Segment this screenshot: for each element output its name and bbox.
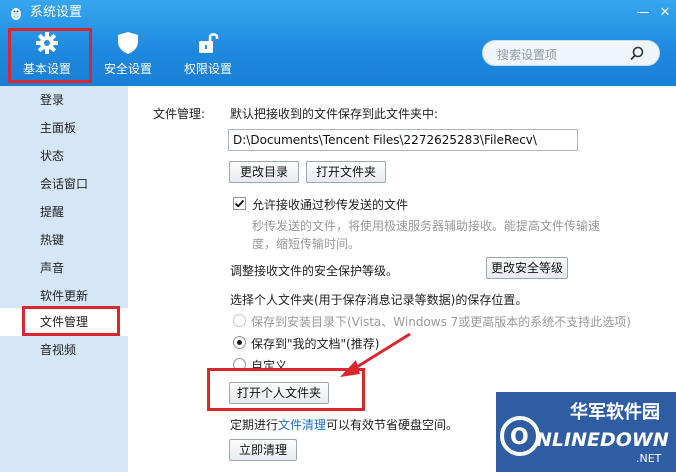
highlight-box-sidebar [22,306,120,336]
search-icon[interactable] [629,45,645,61]
sidebar-item-hotkeys[interactable]: 热键 [0,226,128,254]
cleanup-now-button[interactable]: 立即清理 [229,439,297,461]
svg-text:.NET: .NET [636,452,662,465]
tab-label: 安全设置 [103,62,152,76]
change-security-level-button[interactable]: 更改安全等级 [486,257,568,279]
cleanup-text: 定期进行文件清理可以有效节省硬盘空间。 [230,416,458,433]
sidebar-item-label: 音视频 [40,343,77,357]
radio-install-dir[interactable] [233,314,246,327]
sidebar-item-label: 热键 [40,233,65,247]
instant-description-1: 秒传发送的文件，将使用极速服务器辅助接收。能提高文件传输速 [252,219,601,233]
section-label: 文件管理: [153,107,206,121]
sidebar-item-main-panel[interactable]: 主面板 [0,114,128,142]
close-button[interactable]: ✕ [656,4,674,22]
check-icon [234,199,245,208]
svg-text:华军软件园: 华军软件园 [570,401,660,423]
open-folder-button[interactable]: 打开文件夹 [306,161,386,183]
svg-text:O: O [510,425,529,450]
sidebar-item-label: 状态 [40,149,65,163]
file-cleanup-link[interactable]: 文件清理 [278,418,326,432]
svg-text:NLINEDOWN: NLINEDOWN [536,429,669,451]
sidebar-item-login[interactable]: 登录 [0,86,128,114]
sidebar-item-label: 声音 [40,261,65,275]
sidebar-item-label: 提醒 [40,205,65,219]
sidebar-item-label: 软件更新 [40,289,89,303]
tab-permission-settings[interactable]: 权限设置 [180,30,236,80]
cleanup-prefix: 定期进行 [230,418,279,432]
file-path-field[interactable]: D:\Documents\Tencent Files\2272625283\Fi… [228,129,578,151]
window-title: 系统设置 [30,5,83,20]
sidebar-item-reminder[interactable]: 提醒 [0,198,128,226]
sidebar-item-chat-window[interactable]: 会话窗口 [0,170,128,198]
sidebar: 登录 主面板 状态 会话窗口 提醒 热键 声音 软件更新 文件管理 音视频 [0,86,128,472]
header: 系统设置 — ✕ 基本设置 安全设置 权限设置 搜索设置项 [0,0,676,86]
highlight-box-tab [8,28,92,83]
sidebar-item-status[interactable]: 状态 [0,142,128,170]
watermark-logo: 华军软件园 O NLINEDOWN .NET [496,392,676,472]
shield-icon [118,32,138,54]
tab-label: 权限设置 [183,62,232,76]
lock-icon [199,33,219,53]
default-path-label: 默认把接收到的文件保存到此文件夹中: [230,107,439,121]
search-placeholder: 搜索设置项 [497,48,558,62]
minimize-button[interactable]: — [634,4,652,22]
qq-penguin-icon [11,8,21,20]
sidebar-item-label: 会话窗口 [40,177,89,191]
sidebar-item-label: 主面板 [40,121,77,135]
tab-security-settings[interactable]: 安全设置 [100,30,156,80]
cleanup-suffix: 可以有效节省硬盘空间。 [326,418,459,432]
instant-description-2: 度，缩短传输时间。 [252,237,361,251]
title-bar: 系统设置 — ✕ [0,0,676,26]
sidebar-item-audio-video[interactable]: 音视频 [0,336,128,364]
sidebar-item-sound[interactable]: 声音 [0,254,128,282]
red-arrow [340,332,411,377]
radio-install-dir-label: 保存到安装目录下(Vista、Windows 7或更高版本的系统不支持此选项) [251,315,631,329]
allow-instant-checkbox[interactable] [233,197,246,210]
security-level-label: 调整接收文件的安全保护等级。 [230,264,399,278]
sidebar-item-label: 登录 [40,93,65,107]
search-box[interactable]: 搜索设置项 [482,40,660,66]
onlinedown-logo: 华军软件园 O NLINEDOWN .NET [496,392,676,472]
change-directory-button[interactable]: 更改目录 [229,161,299,183]
allow-instant-label: 允许接收通过秒传发送的文件 [252,198,409,212]
radio-my-documents[interactable] [233,336,246,349]
personal-folder-label: 选择个人文件夹(用于保存消息记录等数据)的保存位置。 [230,293,528,307]
